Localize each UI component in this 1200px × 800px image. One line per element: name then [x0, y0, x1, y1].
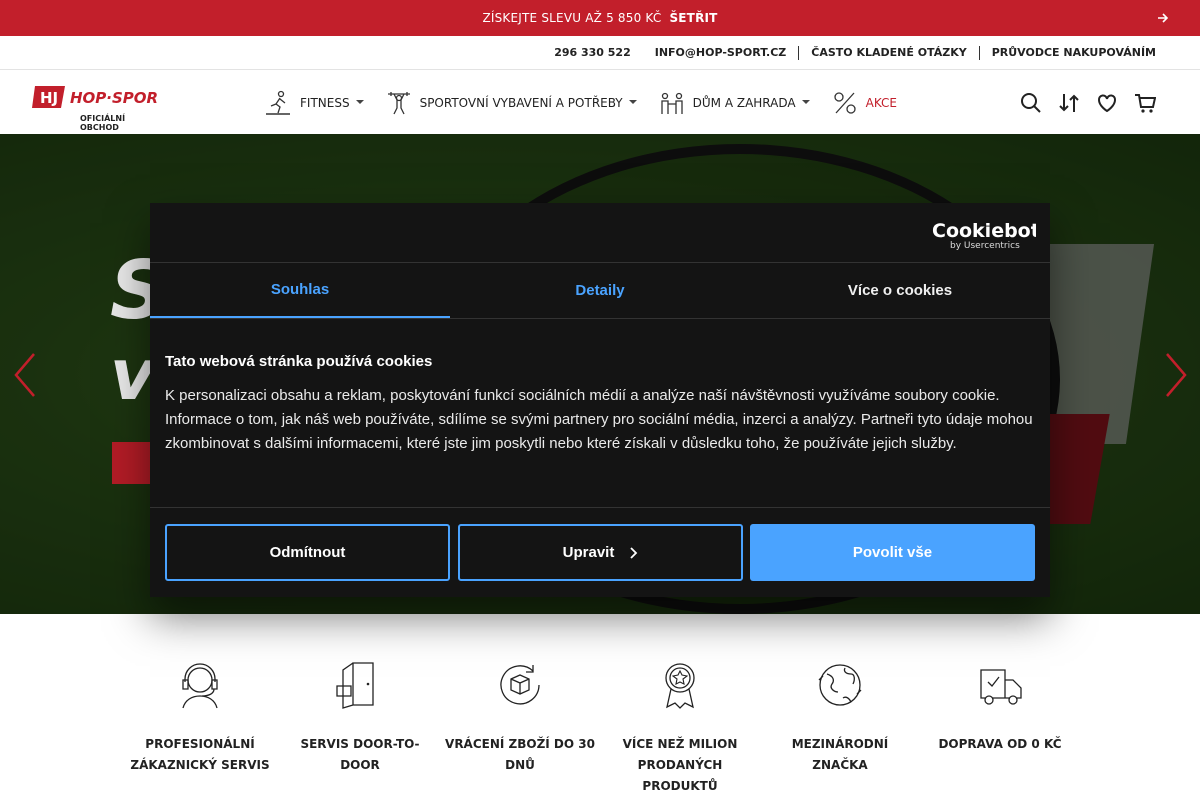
feature-label: SERVIS DOOR-TO-DOOR	[300, 737, 420, 772]
return-box-icon	[500, 665, 540, 705]
logo-subtitle: OFICIÁLNÍ OBCHOD	[80, 114, 126, 132]
globe-icon	[818, 664, 862, 706]
truck-icon	[980, 669, 1022, 705]
door-icon	[336, 662, 374, 709]
feature-label: VÍCE NEŽ MILION PRODANÝCH PRODUKTŮ	[622, 737, 738, 793]
chevron-right-icon[interactable]	[1163, 352, 1189, 398]
caret-down-icon	[355, 100, 364, 104]
cookie-body: K personalizaci obsahu a reklam, poskyto…	[165, 387, 1033, 452]
customize-label: Upravit	[562, 544, 615, 561]
feature-item: SERVIS DOOR-TO-DOOR	[280, 660, 440, 797]
promo-bar[interactable]: ZÍSKEJTE SLEVU AŽ 5 850 KČ ŠETŘIT	[0, 0, 1200, 36]
feature-item: PROFESIONÁLNÍ ZÁKAZNICKÝ SERVIS	[120, 660, 280, 797]
promo-text: ZÍSKEJTE SLEVU AŽ 5 850 KČ	[482, 11, 662, 25]
cart-icon[interactable]	[1134, 92, 1156, 114]
compare-icon[interactable]	[1058, 92, 1080, 114]
customize-button[interactable]: Upravit	[458, 524, 743, 581]
allow-all-label: Povolit vše	[852, 544, 933, 561]
shopping-guide-link[interactable]: PRŮVODCE NAKUPOVÁNÍM	[978, 45, 1168, 60]
nav-label: DŮM A ZAHRADA	[692, 96, 796, 110]
svg-text:Cookiebot: Cookiebot	[932, 220, 1036, 242]
search-icon[interactable]	[1020, 92, 1042, 114]
chevron-right-icon	[630, 546, 638, 559]
nav-item-home-garden[interactable]: DŮM A ZAHRADA	[659, 90, 810, 116]
chevron-left-icon[interactable]	[12, 352, 38, 398]
reject-button[interactable]: Odmítnout	[165, 524, 450, 581]
email-link[interactable]: INFO@HOP-SPORT.CZ	[643, 46, 799, 60]
nav-item-fitness[interactable]: FITNESS	[264, 90, 364, 116]
feature-label: VRÁCENÍ ZBOŽÍ DO 30 DNŮ	[445, 737, 595, 772]
nav-label: AKCE	[865, 96, 897, 110]
tab-consent[interactable]: Souhlas	[150, 263, 450, 318]
nav-item-sport-equipment[interactable]: SPORTOVNÍ VYBAVENÍ A POTŘEBY	[386, 90, 637, 116]
promo-code: ŠETŘIT	[669, 11, 718, 25]
phone-link[interactable]: 296 330 522	[542, 46, 643, 60]
svg-text:HJ: HJ	[40, 89, 58, 107]
feature-item: VRÁCENÍ ZBOŽÍ DO 30 DNŮ	[440, 660, 600, 797]
feature-item: DOPRAVA OD 0 KČ	[920, 660, 1080, 797]
feature-item: MEZINÁRODNÍ ZNAČKA	[760, 660, 920, 797]
header-actions	[1020, 92, 1156, 114]
allow-all-button[interactable]: Povolit vše	[750, 524, 1035, 581]
weightlifter-icon	[387, 92, 410, 115]
cookie-title: Tato webová stránka používá cookies	[165, 353, 433, 370]
reject-label: Odmítnout	[269, 544, 346, 561]
main-nav: FITNESS SPORTOVNÍ VYBAVENÍ A POTŘEBY DŮM…	[264, 90, 919, 116]
top-links-bar: 296 330 522 INFO@HOP-SPORT.CZ ČASTO KLAD…	[0, 36, 1200, 70]
logo[interactable]: HJ HOP·SPORT OFICIÁLNÍ OBCHOD	[32, 84, 169, 132]
award-icon	[665, 663, 695, 709]
caret-down-icon	[628, 100, 637, 104]
percent-icon	[833, 92, 856, 114]
faq-link[interactable]: ČASTO KLADENÉ OTÁZKY	[798, 45, 978, 60]
cookie-content: Tato webová stránka používá cookies K pe…	[165, 353, 1035, 456]
cookie-tabs: Souhlas Detaily Více o cookies	[150, 262, 1050, 319]
cookie-consent-dialog: Cookiebot by Usercentrics Souhlas Detail…	[150, 203, 1050, 597]
cookiebot-logo-icon: Cookiebot by Usercentrics	[932, 220, 1036, 251]
feature-item: VÍCE NEŽ MILION PRODANÝCH PRODUKTŮ	[600, 660, 760, 797]
headset-icon	[182, 663, 218, 709]
caret-down-icon	[801, 100, 810, 104]
tab-details[interactable]: Detaily	[450, 263, 750, 318]
nav-label: SPORTOVNÍ VYBAVENÍ A POTŘEBY	[419, 96, 623, 110]
divider	[150, 507, 1050, 508]
hop-sport-logo-icon: HJ HOP·SPORT	[32, 86, 169, 108]
family-icon	[660, 92, 683, 114]
treadmill-icon	[266, 90, 290, 115]
main-header: HJ HOP·SPORT OFICIÁLNÍ OBCHOD FITNESS SP…	[0, 70, 1200, 134]
arrow-right-icon[interactable]	[1156, 11, 1170, 25]
tab-about-cookies[interactable]: Více o cookies	[750, 263, 1050, 318]
feature-label: MEZINÁRODNÍ ZNAČKA	[791, 737, 889, 772]
heart-icon[interactable]	[1096, 92, 1118, 114]
features-row: PROFESIONÁLNÍ ZÁKAZNICKÝ SERVIS SERVIS D…	[120, 660, 1080, 797]
feature-label: PROFESIONÁLNÍ ZÁKAZNICKÝ SERVIS	[130, 737, 270, 772]
svg-text:by Usercentrics: by Usercentrics	[950, 241, 1020, 251]
svg-text:HOP·SPORT: HOP·SPORT	[70, 89, 158, 107]
hero-headline-part: v	[110, 334, 156, 416]
nav-label: FITNESS	[300, 96, 350, 110]
nav-item-sale[interactable]: AKCE	[832, 90, 897, 116]
feature-label: DOPRAVA OD 0 KČ	[938, 737, 1062, 751]
